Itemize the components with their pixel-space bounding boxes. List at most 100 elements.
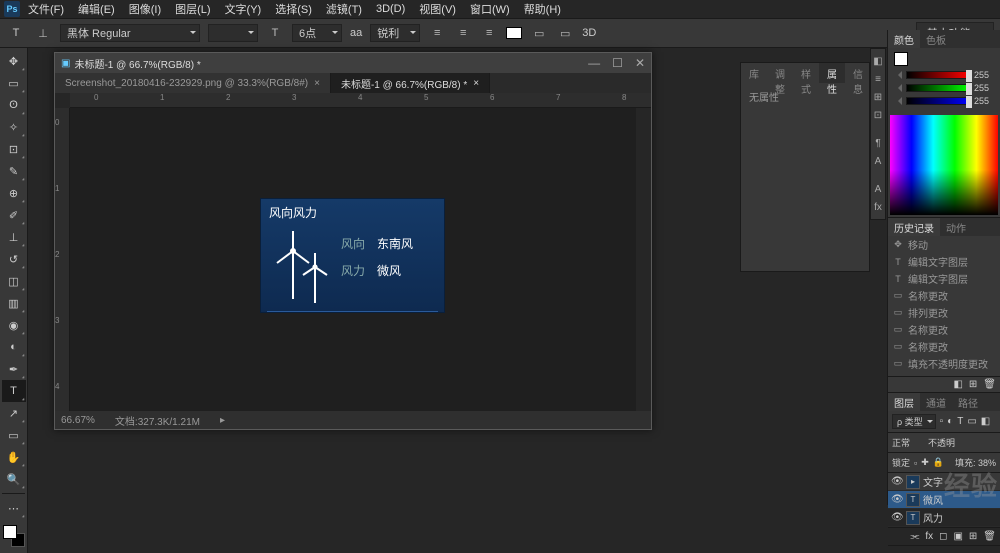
history-row[interactable]: ▭排列更改 xyxy=(888,304,1000,321)
paths-tab[interactable]: 路径 xyxy=(952,393,984,411)
eraser-tool[interactable]: ◫ xyxy=(2,270,26,292)
menu-select[interactable]: 选择(S) xyxy=(275,1,312,17)
panels-icon[interactable]: ▭ xyxy=(556,24,574,42)
brush-tool[interactable]: ✐ xyxy=(2,204,26,226)
filter-smart-icon[interactable]: ◧ xyxy=(981,416,990,427)
filter-img-icon[interactable]: ▫ xyxy=(940,416,944,427)
crop-tool[interactable]: ⊡ xyxy=(2,138,26,160)
blur-tool[interactable]: ◉ xyxy=(2,314,26,336)
zoom-level[interactable]: 66.67% xyxy=(61,415,95,426)
pen-tool[interactable]: ✒ xyxy=(2,358,26,380)
align-right-icon[interactable]: ≡ xyxy=(480,24,498,42)
dock-icon-4[interactable]: ¶ xyxy=(871,135,885,151)
layer-fx-icon[interactable]: fx xyxy=(925,531,933,542)
hand-tool[interactable]: ✋ xyxy=(2,446,26,468)
window-titlebar[interactable]: ▣ 未标题-1 @ 66.7%(RGB/8) * — ☐ ✕ xyxy=(55,53,651,73)
type-tool[interactable]: T xyxy=(2,380,26,402)
marquee-tool[interactable]: ▭ xyxy=(2,72,26,94)
history-row[interactable]: T编辑文字图层 xyxy=(888,253,1000,270)
menu-file[interactable]: 文件(F) xyxy=(28,1,64,17)
new-group-icon[interactable]: ▣ xyxy=(953,531,962,542)
layers-tab[interactable]: 图层 xyxy=(888,393,920,411)
blend-mode-dropdown[interactable]: 正常 xyxy=(892,436,924,449)
3d-button[interactable]: 3D xyxy=(582,27,596,39)
fg-color[interactable] xyxy=(3,525,17,539)
layer-visibility-icon[interactable]: 👁 xyxy=(891,476,903,487)
heal-tool[interactable]: ⊕ xyxy=(2,182,26,204)
filter-adj-icon[interactable]: ◐ xyxy=(947,416,953,427)
history-delete-icon[interactable]: 🗑 xyxy=(983,379,996,390)
history-row[interactable]: ▭名称更改 xyxy=(888,321,1000,338)
font-size-dropdown[interactable]: 6点 xyxy=(292,24,342,42)
lock-pos-icon[interactable]: ✚ xyxy=(921,457,929,468)
path-tool[interactable]: ↗ xyxy=(2,402,26,424)
dock-icon-2[interactable]: ⊞ xyxy=(871,89,885,105)
text-color-swatch[interactable] xyxy=(506,27,522,39)
layer-thumb[interactable]: T xyxy=(906,511,920,525)
dock-icon-7[interactable]: fx xyxy=(871,199,885,215)
new-layer-icon[interactable]: ⊞ xyxy=(969,531,977,542)
stamp-tool[interactable]: ⊥ xyxy=(2,226,26,248)
zoom-tool[interactable]: 🔍 xyxy=(2,468,26,490)
move-tool[interactable]: ✥ xyxy=(2,50,26,72)
menu-filter[interactable]: 滤镜(T) xyxy=(326,1,362,17)
delete-layer-icon[interactable]: 🗑 xyxy=(983,531,996,542)
shape-tool[interactable]: ▭ xyxy=(2,424,26,446)
channels-tab[interactable]: 通道 xyxy=(920,393,952,411)
gradient-tool[interactable]: ▥ xyxy=(2,292,26,314)
menu-edit[interactable]: 编辑(E) xyxy=(78,1,115,17)
color-picker[interactable] xyxy=(890,115,998,215)
lock-all-icon[interactable]: 🔒 xyxy=(933,457,944,468)
menu-type[interactable]: 文字(Y) xyxy=(225,1,262,17)
menu-3d[interactable]: 3D(D) xyxy=(376,3,405,15)
misc-tool[interactable]: ⋯ xyxy=(2,497,26,519)
layer-thumb[interactable]: T xyxy=(906,493,920,507)
filter-type-icon[interactable]: T xyxy=(957,416,963,427)
r-slider[interactable]: 255 xyxy=(894,70,994,80)
lock-pixels-icon[interactable]: ▫ xyxy=(914,458,917,468)
align-center-icon[interactable]: ≡ xyxy=(454,24,472,42)
wand-tool[interactable]: ✧ xyxy=(2,116,26,138)
ruler-vertical[interactable]: 01234 xyxy=(55,108,70,411)
menu-view[interactable]: 视图(V) xyxy=(419,1,456,17)
history-row[interactable]: ▭填充不透明度更改 xyxy=(888,355,1000,372)
history-row[interactable]: T编辑文字图层 xyxy=(888,270,1000,287)
filter-shape-icon[interactable]: ▭ xyxy=(967,416,976,427)
dock-icon-6[interactable]: A xyxy=(871,181,885,197)
history-row[interactable]: ▭名称更改 xyxy=(888,338,1000,355)
color-swatches[interactable] xyxy=(3,525,25,547)
antialias-dropdown[interactable]: 锐利 xyxy=(370,24,420,42)
menu-layer[interactable]: 图层(L) xyxy=(175,1,210,17)
history-new-icon[interactable]: ⊞ xyxy=(969,379,977,390)
warp-text-icon[interactable]: ▭ xyxy=(530,24,548,42)
canvas[interactable]: 风向风力 风向东南风 xyxy=(70,108,636,411)
history-brush-tool[interactable]: ↺ xyxy=(2,248,26,270)
font-style-dropdown[interactable] xyxy=(208,24,258,42)
b-slider[interactable]: 255 xyxy=(894,96,994,106)
history-row[interactable]: ✥移动 xyxy=(888,236,1000,253)
font-family-dropdown[interactable]: 黑体 Regular xyxy=(60,24,200,42)
layer-row[interactable]: 👁T风力 xyxy=(888,509,1000,527)
layer-filter-dropdown[interactable]: ρ 类型 xyxy=(892,414,936,429)
doc-tab-0[interactable]: Screenshot_20180416-232929.png @ 33.3%(R… xyxy=(55,73,331,93)
swatches-tab[interactable]: 色板 xyxy=(920,30,952,48)
menu-image[interactable]: 图像(I) xyxy=(129,1,161,17)
doc-tab-1[interactable]: 未标题-1 @ 66.7%(RGB/8) *× xyxy=(331,73,490,93)
layer-visibility-icon[interactable]: 👁 xyxy=(891,512,903,523)
eyedropper-tool[interactable]: ✎ xyxy=(2,160,26,182)
orientation-toggle-icon[interactable]: ⊥ xyxy=(34,24,52,42)
menu-window[interactable]: 窗口(W) xyxy=(470,1,510,17)
ruler-horizontal[interactable]: 012345678 xyxy=(70,93,651,108)
close-button[interactable]: ✕ xyxy=(635,56,645,70)
props-tab-info[interactable]: 信息 xyxy=(845,63,871,83)
link-layers-icon[interactable]: ⫘ xyxy=(910,531,919,542)
history-snapshot-icon[interactable]: ◧ xyxy=(953,379,962,390)
layer-name[interactable]: 风力 xyxy=(923,510,943,525)
actions-tab[interactable]: 动作 xyxy=(940,218,972,236)
history-row[interactable]: ▭名称更改 xyxy=(888,287,1000,304)
props-tab-styles[interactable]: 样式 xyxy=(793,63,819,83)
doc-status[interactable]: 文档:327.3K/1.21M xyxy=(115,413,200,428)
dock-icon-0[interactable]: ◧ xyxy=(871,53,885,69)
dock-icon-3[interactable]: ⊡ xyxy=(871,107,885,123)
align-left-icon[interactable]: ≡ xyxy=(428,24,446,42)
